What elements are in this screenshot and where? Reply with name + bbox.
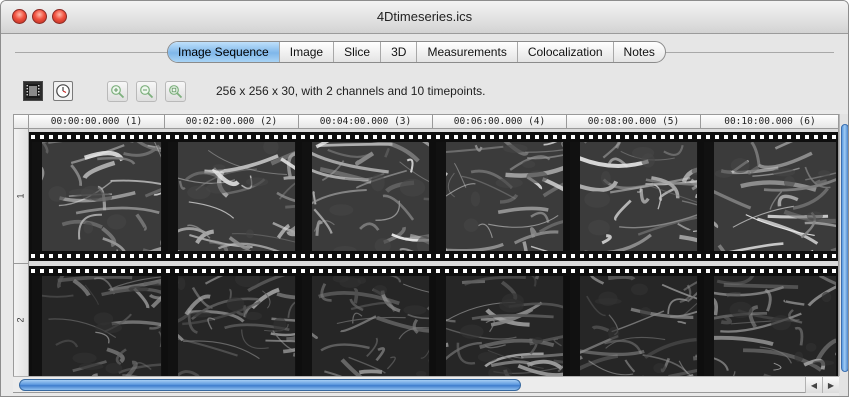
microscopy-image	[580, 142, 697, 251]
zoom-in-icon	[111, 85, 125, 99]
timepoint-header[interactable]: 00:06:00.000 (4)	[433, 115, 567, 129]
microscopy-image	[178, 276, 295, 376]
timepoint-header[interactable]: 00:08:00.000 (5)	[567, 115, 701, 129]
image-frame-cell[interactable]	[433, 276, 567, 376]
image-frame-cell[interactable]	[29, 276, 165, 376]
title-bar: 4Dtimeseries.ics	[1, 1, 848, 34]
microscopy-image	[312, 276, 429, 376]
tab-image-sequence[interactable]: Image Sequence	[168, 42, 279, 62]
tab-slice[interactable]: Slice	[333, 42, 380, 62]
image-frame-cell[interactable]	[567, 276, 701, 376]
image-frame-cell[interactable]	[165, 276, 299, 376]
microscopy-image	[312, 142, 429, 251]
tab-notes[interactable]: Notes	[612, 42, 665, 62]
horizontal-scroll-thumb[interactable]	[19, 379, 521, 391]
timepoint-header[interactable]: 00:00:00.000 (1)	[29, 115, 165, 129]
image-frame-cell[interactable]	[165, 142, 299, 251]
filmstrip-view-button[interactable]	[23, 81, 43, 101]
scroll-right-arrow-icon[interactable]: ▶	[822, 377, 839, 393]
microscopy-image	[446, 276, 563, 376]
image-frame-cell[interactable]	[433, 142, 567, 251]
timepoint-header[interactable]: 00:10:00.000 (6)	[701, 115, 838, 129]
film-sprocket-strip	[29, 251, 838, 261]
film-sprocket-strip	[29, 132, 838, 142]
microscopy-image	[714, 276, 836, 376]
channel-row-header[interactable]: 2	[14, 264, 29, 377]
zoom-in-button[interactable]	[107, 81, 128, 102]
dataset-info: 256 x 256 x 30, with 2 channels and 10 t…	[216, 84, 486, 98]
timepoint-header[interactable]: 00:02:00.000 (2)	[165, 115, 299, 129]
microscopy-image	[446, 142, 563, 251]
microscopy-image	[42, 276, 161, 376]
timepoint-header[interactable]: 00:04:00.000 (3)	[299, 115, 433, 129]
tab-image[interactable]: Image	[278, 42, 333, 62]
tab-3d[interactable]: 3D	[380, 42, 416, 62]
microscopy-image	[42, 142, 161, 251]
image-frame-cell[interactable]	[299, 142, 433, 251]
time-view-button[interactable]	[53, 81, 73, 101]
window-title: 4Dtimeseries.ics	[376, 9, 473, 24]
image-frame-cell[interactable]	[701, 142, 838, 251]
image-frame-cell[interactable]	[567, 142, 701, 251]
resize-grip	[839, 376, 848, 396]
image-frame-cell[interactable]	[29, 142, 165, 251]
tab-colocalization[interactable]: Colocalization	[516, 42, 613, 62]
channel-label: 2	[15, 317, 26, 323]
channel-label: 1	[15, 193, 26, 199]
filmstrip-icon	[26, 84, 40, 98]
view-tabs: Image Sequence Image Slice 3D Measuremen…	[167, 41, 666, 63]
horizontal-scrollbar[interactable]: ◀ ▶	[13, 376, 839, 393]
channel-row-header[interactable]: 1	[14, 129, 29, 264]
zoom-out-button[interactable]	[136, 81, 157, 102]
image-sequence-grid[interactable]: 00:00:00.000 (1) 00:02:00.000 (2) 00:04:…	[13, 114, 839, 393]
clock-icon	[56, 84, 70, 98]
zoom-out-icon	[140, 85, 154, 99]
scroll-arrows: ◀ ▶	[805, 377, 839, 393]
zoom-fit-icon	[169, 85, 183, 99]
scroll-left-arrow-icon[interactable]: ◀	[805, 377, 822, 393]
vertical-scroll-thumb[interactable]	[841, 124, 848, 372]
zoom-fit-button[interactable]	[165, 81, 186, 102]
image-frame-cell[interactable]	[701, 276, 838, 376]
grid-corner	[14, 115, 29, 129]
vertical-scrollbar[interactable]	[839, 114, 848, 376]
microscopy-image	[580, 276, 697, 376]
microscopy-image	[178, 142, 295, 251]
film-sprocket-strip	[29, 266, 838, 276]
microscopy-image	[714, 142, 836, 251]
image-frame-cell[interactable]	[299, 276, 433, 376]
tab-measurements[interactable]: Measurements	[416, 42, 516, 62]
app-window: 4Dtimeseries.ics Image Sequence Image Sl…	[0, 0, 849, 397]
